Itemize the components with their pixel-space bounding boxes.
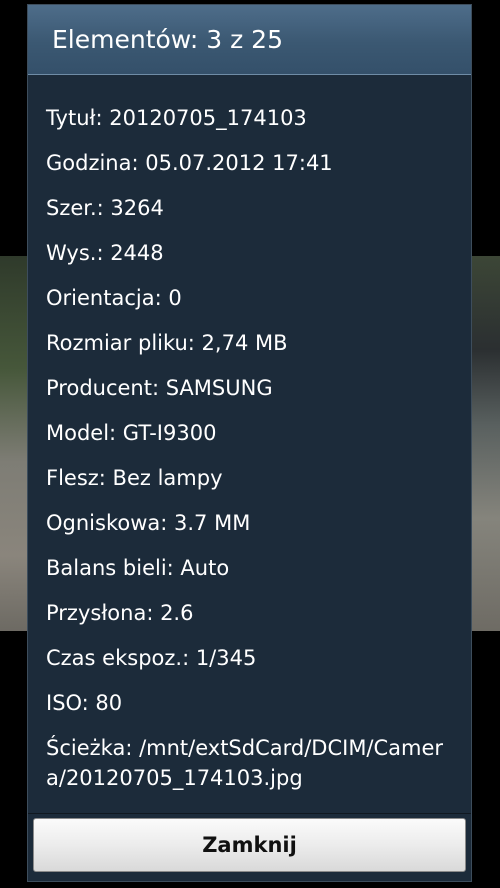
detail-aperture: Przysłona: 2.6 [46, 601, 194, 625]
detail-flash: Flesz: Bez lampy [46, 466, 223, 490]
details-list: Tytuł: 20120705_174103 Godzina: 05.07.20… [28, 75, 471, 815]
screen: Elementów: 3 z 25 Tytuł: 20120705_174103… [0, 0, 500, 888]
detail-model: Model: GT-I9300 [46, 421, 217, 445]
detail-height: Wys.: 2448 [46, 241, 164, 265]
dialog-footer: Zamknij [28, 813, 471, 881]
detail-width: Szer.: 3264 [46, 196, 164, 220]
detail-maker: Producent: SAMSUNG [46, 376, 273, 400]
detail-path: Ścieżka: /mnt/extSdCard/DCIM/Camera/2012… [46, 736, 444, 790]
details-dialog: Elementów: 3 z 25 Tytuł: 20120705_174103… [27, 4, 472, 882]
detail-exposure-time: Czas ekspoz.: 1/345 [46, 646, 257, 670]
dialog-title: Elementów: 3 z 25 [52, 25, 283, 54]
background-photo-left-edge [0, 256, 30, 631]
detail-iso: ISO: 80 [46, 691, 123, 715]
detail-white-balance: Balans bieli: Auto [46, 556, 230, 580]
close-button[interactable]: Zamknij [33, 818, 466, 872]
detail-time: Godzina: 05.07.2012 17:41 [46, 151, 333, 175]
detail-title: Tytuł: 20120705_174103 [46, 106, 307, 130]
dialog-header: Elementów: 3 z 25 [28, 5, 471, 75]
detail-file-size: Rozmiar pliku: 2,74 MB [46, 331, 288, 355]
detail-focal-length: Ogniskowa: 3.7 MM [46, 511, 251, 535]
background-photo-right-edge [470, 256, 500, 631]
detail-orientation: Orientacja: 0 [46, 286, 182, 310]
